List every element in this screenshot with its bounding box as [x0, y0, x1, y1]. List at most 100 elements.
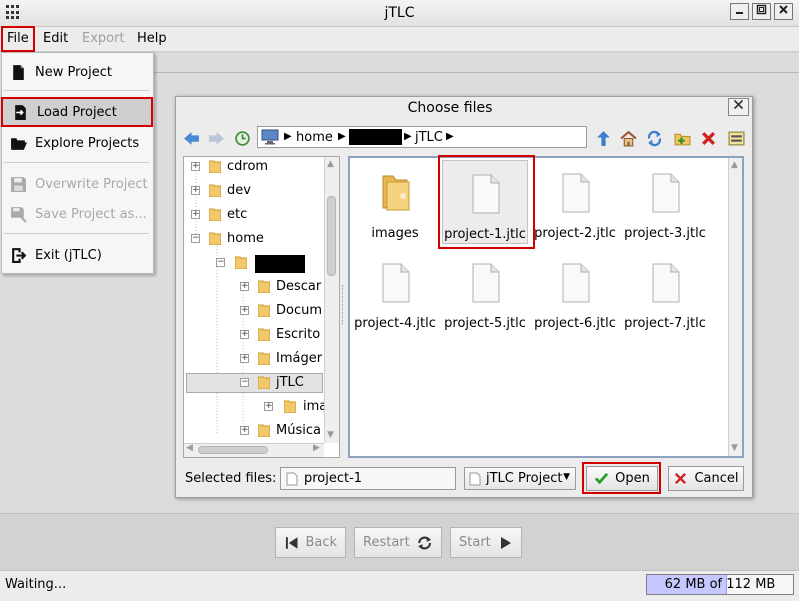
selected-file-highlight	[438, 155, 535, 249]
menu-item-label: Explore Projects	[35, 135, 140, 151]
menu-separator	[4, 90, 149, 91]
scroll-left-icon[interactable]: ◀	[186, 443, 193, 453]
dialog-close-button[interactable]	[728, 98, 749, 116]
menu-item-new-project[interactable]: New Project	[1, 58, 152, 86]
tree-hscroll-thumb[interactable]	[198, 446, 268, 454]
start-button-label: Start	[459, 535, 491, 550]
scroll-up-icon[interactable]: ▲	[731, 160, 738, 170]
history-button[interactable]	[233, 129, 251, 147]
cancel-button[interactable]: Cancel	[668, 466, 744, 491]
file-item-project-2[interactable]: project-2.jtlc	[530, 158, 620, 246]
files-vertical-scrollbar[interactable]	[728, 158, 742, 456]
menu-help[interactable]: Help	[133, 27, 171, 51]
menu-file[interactable]: File	[1, 26, 35, 52]
expand-icon[interactable]: +	[240, 305, 249, 315]
maximize-button[interactable]	[752, 3, 771, 20]
nav-back-button[interactable]	[182, 129, 200, 147]
home-folder-button[interactable]	[619, 129, 637, 147]
path-segment-redacted[interactable]	[349, 129, 402, 145]
refresh-button[interactable]	[645, 129, 663, 147]
scroll-right-icon[interactable]: ▶	[313, 443, 320, 453]
menu-item-load-project[interactable]: Load Project	[1, 97, 153, 127]
file-item-label: project-6.jtlc	[534, 316, 616, 331]
tree-node-imagenes[interactable]: + Imáger	[240, 346, 322, 370]
menu-item-save-project-as[interactable]: Save Project as...	[1, 200, 152, 228]
scroll-down-icon[interactable]: ▼	[327, 430, 334, 440]
path-segment-home[interactable]: home	[296, 130, 333, 145]
file-icon	[562, 263, 590, 303]
file-item-project-5[interactable]: project-5.jtlc	[440, 248, 530, 336]
tree-node-user[interactable]: −	[216, 250, 247, 274]
menu-item-label: New Project	[35, 64, 112, 80]
menu-separator	[4, 233, 149, 234]
tree-node-escritorio[interactable]: + Escrito	[240, 322, 320, 346]
workspace-divider	[150, 72, 799, 73]
folder-icon	[258, 328, 270, 341]
menu-item-exit[interactable]: Exit (jTLC)	[1, 241, 152, 269]
back-button[interactable]: Back	[275, 527, 346, 558]
collapse-icon[interactable]: −	[216, 257, 225, 267]
collapse-icon[interactable]: −	[191, 233, 200, 243]
file-item-project-6[interactable]: project-6.jtlc	[530, 248, 620, 336]
file-item-project-4[interactable]: project-4.jtlc	[350, 248, 440, 336]
minimize-button[interactable]	[730, 3, 749, 20]
pane-splitter[interactable]	[342, 285, 345, 325]
expand-icon[interactable]: +	[240, 281, 249, 291]
scroll-down-icon[interactable]: ▼	[731, 443, 738, 453]
expand-icon[interactable]: +	[264, 401, 273, 411]
path-segment-jtlc[interactable]: jTLC	[415, 130, 443, 145]
arrow-right-icon	[208, 131, 224, 145]
menu-export[interactable]: Export	[78, 27, 129, 51]
parent-folder-button[interactable]	[594, 129, 612, 147]
back-button-label: Back	[305, 535, 337, 550]
load-document-icon	[14, 104, 26, 120]
expand-icon[interactable]: +	[191, 209, 200, 219]
file-item-images[interactable]: images	[350, 158, 440, 246]
folder-icon	[284, 400, 296, 413]
folder-icon	[209, 208, 221, 221]
tree-node-musica[interactable]: + Música	[240, 418, 321, 442]
start-button[interactable]: Start	[450, 527, 522, 558]
expand-icon[interactable]: +	[191, 185, 200, 195]
folder-icon	[209, 232, 221, 245]
tree-node-etc[interactable]: + etc	[191, 202, 247, 226]
folder-icon	[235, 256, 247, 269]
tree-node-cdrom[interactable]: + cdrom	[191, 154, 268, 178]
tree-scroll-thumb[interactable]	[327, 196, 336, 276]
menu-item-explore-projects[interactable]: Explore Projects	[1, 129, 152, 157]
path-separator-icon: ▶	[338, 131, 346, 142]
save-icon	[10, 176, 26, 192]
scroll-up-icon[interactable]: ▲	[327, 159, 334, 169]
details-view-button[interactable]	[727, 129, 745, 147]
restart-button[interactable]: Restart	[354, 527, 442, 558]
expand-icon[interactable]: +	[240, 329, 249, 339]
nav-forward-button[interactable]	[207, 129, 225, 147]
file-icon	[469, 472, 481, 485]
tree-node-home[interactable]: − home	[191, 226, 264, 250]
expand-icon[interactable]: +	[191, 161, 200, 171]
tree-node-descargas[interactable]: + Descar	[240, 274, 321, 298]
menu-item-overwrite-project[interactable]: Overwrite Project	[1, 170, 152, 198]
folder-icon	[258, 280, 270, 293]
expand-icon[interactable]: +	[240, 353, 249, 363]
delete-button[interactable]	[699, 129, 717, 147]
file-type-filter[interactable]: jTLC Project ▼	[464, 467, 576, 490]
tree-node-jtlc[interactable]: − jTLC	[240, 370, 304, 394]
folder-icon	[382, 175, 410, 211]
tree-node-dev[interactable]: + dev	[191, 178, 251, 202]
tree-node-redacted-user[interactable]	[255, 255, 305, 273]
new-folder-button[interactable]	[673, 129, 691, 147]
file-item-project-7[interactable]: project-7.jtlc	[620, 248, 710, 336]
refresh-icon	[647, 130, 661, 146]
collapse-icon[interactable]: −	[240, 377, 249, 387]
selected-files-input[interactable]: project-1	[280, 467, 456, 490]
file-type-value: jTLC Project	[486, 471, 563, 486]
file-item-project-3[interactable]: project-3.jtlc	[620, 158, 710, 246]
memory-indicator[interactable]: 62 MB of 112 MB	[646, 574, 794, 595]
tree-node-images[interactable]: + ima	[264, 394, 327, 418]
close-window-button[interactable]	[774, 3, 793, 20]
expand-icon[interactable]: +	[240, 425, 249, 435]
menu-edit[interactable]: Edit	[39, 27, 72, 51]
tree-node-documentos[interactable]: + Docum	[240, 298, 322, 322]
file-item-label: project-4.jtlc	[354, 316, 436, 331]
